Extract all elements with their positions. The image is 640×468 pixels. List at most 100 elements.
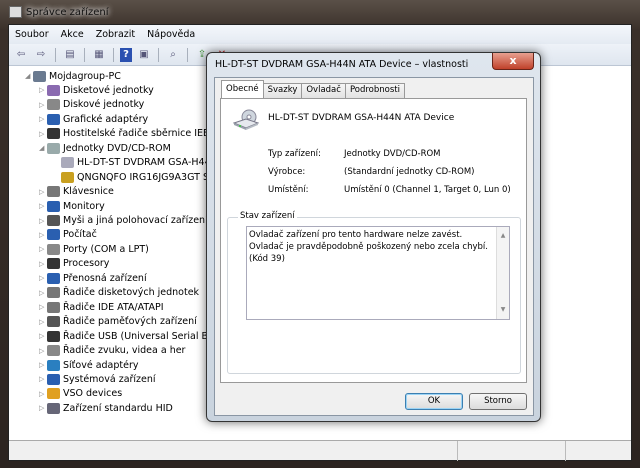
tree-item[interactable]: ▷ Disketové jednotky xyxy=(39,83,154,97)
separator xyxy=(187,47,188,62)
expand-arrow-icon[interactable]: ▷ xyxy=(39,318,47,326)
device-status-text: Ovladač zařízení pro tento hardware nelz… xyxy=(249,230,488,264)
device-category-icon xyxy=(47,345,60,357)
tree-item-label: Zařízení standardu HID xyxy=(63,402,173,414)
scan-hardware-icon[interactable]: ⌕ xyxy=(165,48,181,62)
tree-item[interactable]: ▷ Monitory xyxy=(39,199,105,213)
menu-zobrazit[interactable]: Zobrazit xyxy=(96,29,135,40)
tree-item-label: Řadiče USB (Universal Serial Bus) xyxy=(63,330,223,342)
device-category-icon xyxy=(47,373,60,385)
general-panel: HL-DT-ST DVDRAM GSA-H44N ATA Device Typ … xyxy=(220,98,527,383)
device-category-icon xyxy=(47,301,60,313)
expand-arrow-icon[interactable]: ▷ xyxy=(39,115,47,123)
device-category-icon xyxy=(47,243,60,255)
device-category-icon xyxy=(47,128,60,140)
manufacturer-label: Výrobce: xyxy=(268,167,306,177)
expand-arrow-icon[interactable]: ▷ xyxy=(39,332,47,340)
device-category-icon xyxy=(47,330,60,342)
tree-item-label: Řadiče IDE ATA/ATAPI xyxy=(63,301,164,313)
menu-akce[interactable]: Akce xyxy=(61,29,84,40)
tab-obecne[interactable]: Obecné xyxy=(221,80,264,98)
tab-ovladac[interactable]: Ovladač xyxy=(301,83,346,98)
tab-strip: Obecné Svazky Ovladač Podrobnosti xyxy=(221,80,405,98)
expand-arrow-icon[interactable]: ▷ xyxy=(39,130,47,138)
back-icon[interactable]: ⇦ xyxy=(13,48,29,62)
tree-item-label: Řadiče paměťových zařízení xyxy=(63,316,197,328)
expand-arrow-icon[interactable]: ▷ xyxy=(39,375,47,383)
device-category-icon xyxy=(47,186,60,198)
expand-arrow-icon[interactable]: ▷ xyxy=(39,361,47,369)
expand-arrow-icon[interactable]: ▷ xyxy=(39,404,47,412)
menu-soubor[interactable]: Soubor xyxy=(15,29,49,40)
tree-item[interactable]: ▷ Počítač xyxy=(39,228,97,242)
device-category-icon xyxy=(47,359,60,371)
cancel-button[interactable]: Storno xyxy=(469,393,527,410)
expand-arrow-icon[interactable]: ▷ xyxy=(39,274,47,282)
close-button[interactable]: x xyxy=(492,53,534,70)
collapse-arrow-icon[interactable]: ◢ xyxy=(25,72,33,80)
tree-item[interactable]: ▷ Zařízení standardu HID xyxy=(39,401,173,415)
device-category-icon xyxy=(47,287,60,299)
tree-item-label: Procesory xyxy=(63,258,110,270)
tab-svazky[interactable]: Svazky xyxy=(262,83,303,98)
tree-item[interactable]: ▷ Systémová zařízení xyxy=(39,372,156,386)
expand-arrow-icon[interactable]: ▷ xyxy=(39,289,47,297)
tree-item[interactable]: ▷ Řadiče USB (Universal Serial Bus) xyxy=(39,329,223,343)
expand-arrow-icon[interactable]: ▷ xyxy=(39,260,47,268)
view-icon[interactable]: ▣ xyxy=(136,48,152,62)
tree-item[interactable]: ▷ Procesory xyxy=(39,257,109,271)
device-type-value: Jednotky DVD/CD-ROM xyxy=(344,149,441,159)
expand-arrow-icon[interactable]: ▷ xyxy=(39,303,47,311)
device-category-icon xyxy=(47,142,60,154)
device-category-icon xyxy=(47,99,60,111)
tree-item[interactable]: ▷ Řadiče disketových jednotek xyxy=(39,286,199,300)
device-status-textarea[interactable]: Ovladač zařízení pro tento hardware nelz… xyxy=(246,226,510,320)
expand-arrow-icon[interactable]: ▷ xyxy=(39,347,47,355)
tree-item[interactable]: ▷ Myši a jiná polohovací zařízení xyxy=(39,214,208,228)
device-category-icon xyxy=(47,258,60,270)
expand-arrow-icon[interactable]: ▷ xyxy=(39,245,47,253)
tree-item[interactable]: ▷ Porty (COM a LPT) xyxy=(39,242,149,256)
ok-button[interactable]: OK xyxy=(405,393,463,410)
tree-item[interactable]: ▷ Řadiče IDE ATA/ATAPI xyxy=(39,300,164,314)
tree-item[interactable]: ▷ Síťové adaptéry xyxy=(39,358,139,372)
device-category-icon xyxy=(47,272,60,284)
tab-podrobnosti[interactable]: Podrobnosti xyxy=(344,83,405,98)
tree-item-label: Mojdagroup-PC xyxy=(49,70,121,82)
menu-bar: Soubor Akce Zobrazit Nápověda xyxy=(9,25,631,44)
tree-item-label: Počítač xyxy=(63,229,97,241)
tree-root[interactable]: ◢ Mojdagroup-PC xyxy=(25,69,121,83)
properties-icon[interactable]: ▦ xyxy=(91,48,107,62)
expand-arrow-icon[interactable]: ▷ xyxy=(39,231,47,239)
forward-icon[interactable]: ⇨ xyxy=(33,48,49,62)
expand-arrow-icon[interactable]: ▷ xyxy=(39,188,47,196)
tree-item[interactable]: ▷ Přenosná zařízení xyxy=(39,271,147,285)
manufacturer-value: (Standardní jednotky CD-ROM) xyxy=(344,167,475,177)
dvd-drive-icon xyxy=(233,109,259,130)
menu-napoveda[interactable]: Nápověda xyxy=(147,29,195,40)
device-category-icon xyxy=(61,171,74,183)
device-category-icon xyxy=(47,316,60,328)
tree-item-label: Řadiče zvuku, videa a her xyxy=(63,345,186,357)
collapse-arrow-icon[interactable]: ◢ xyxy=(39,144,47,152)
expand-arrow-icon[interactable]: ▷ xyxy=(39,101,47,109)
expand-arrow-icon[interactable]: ▷ xyxy=(39,217,47,225)
expand-arrow-icon[interactable]: ▷ xyxy=(39,202,47,210)
show-hide-tree-icon[interactable]: ▤ xyxy=(62,48,78,62)
tree-item[interactable]: ▷ Diskové jednotky xyxy=(39,98,144,112)
scrollbar[interactable]: ▲ ▼ xyxy=(496,227,509,319)
expand-arrow-icon[interactable]: ▷ xyxy=(39,86,47,94)
expand-arrow-icon[interactable]: ▷ xyxy=(39,390,47,398)
tree-item[interactable]: ▷ VSO devices xyxy=(39,387,122,401)
properties-dialog: HL-DT-ST DVDRAM GSA-H44N ATA Device – vl… xyxy=(206,52,541,422)
tree-item[interactable]: ▷ Klávesnice xyxy=(39,185,114,199)
dialog-title: HL-DT-ST DVDRAM GSA-H44N ATA Device – vl… xyxy=(215,59,469,70)
device-category-icon xyxy=(61,157,74,169)
tree-item[interactable]: ▷ Řadiče zvuku, videa a her xyxy=(39,344,185,358)
tree-item[interactable]: ◢ Jednotky DVD/CD-ROM xyxy=(39,141,171,155)
tree-item[interactable]: ▷ Řadiče paměťových zařízení xyxy=(39,315,197,329)
tree-item[interactable]: ▷ Grafické adaptéry xyxy=(39,112,148,126)
device-manager-icon xyxy=(9,6,22,18)
help-icon[interactable]: ? xyxy=(120,47,132,62)
device-category-icon xyxy=(47,229,60,241)
